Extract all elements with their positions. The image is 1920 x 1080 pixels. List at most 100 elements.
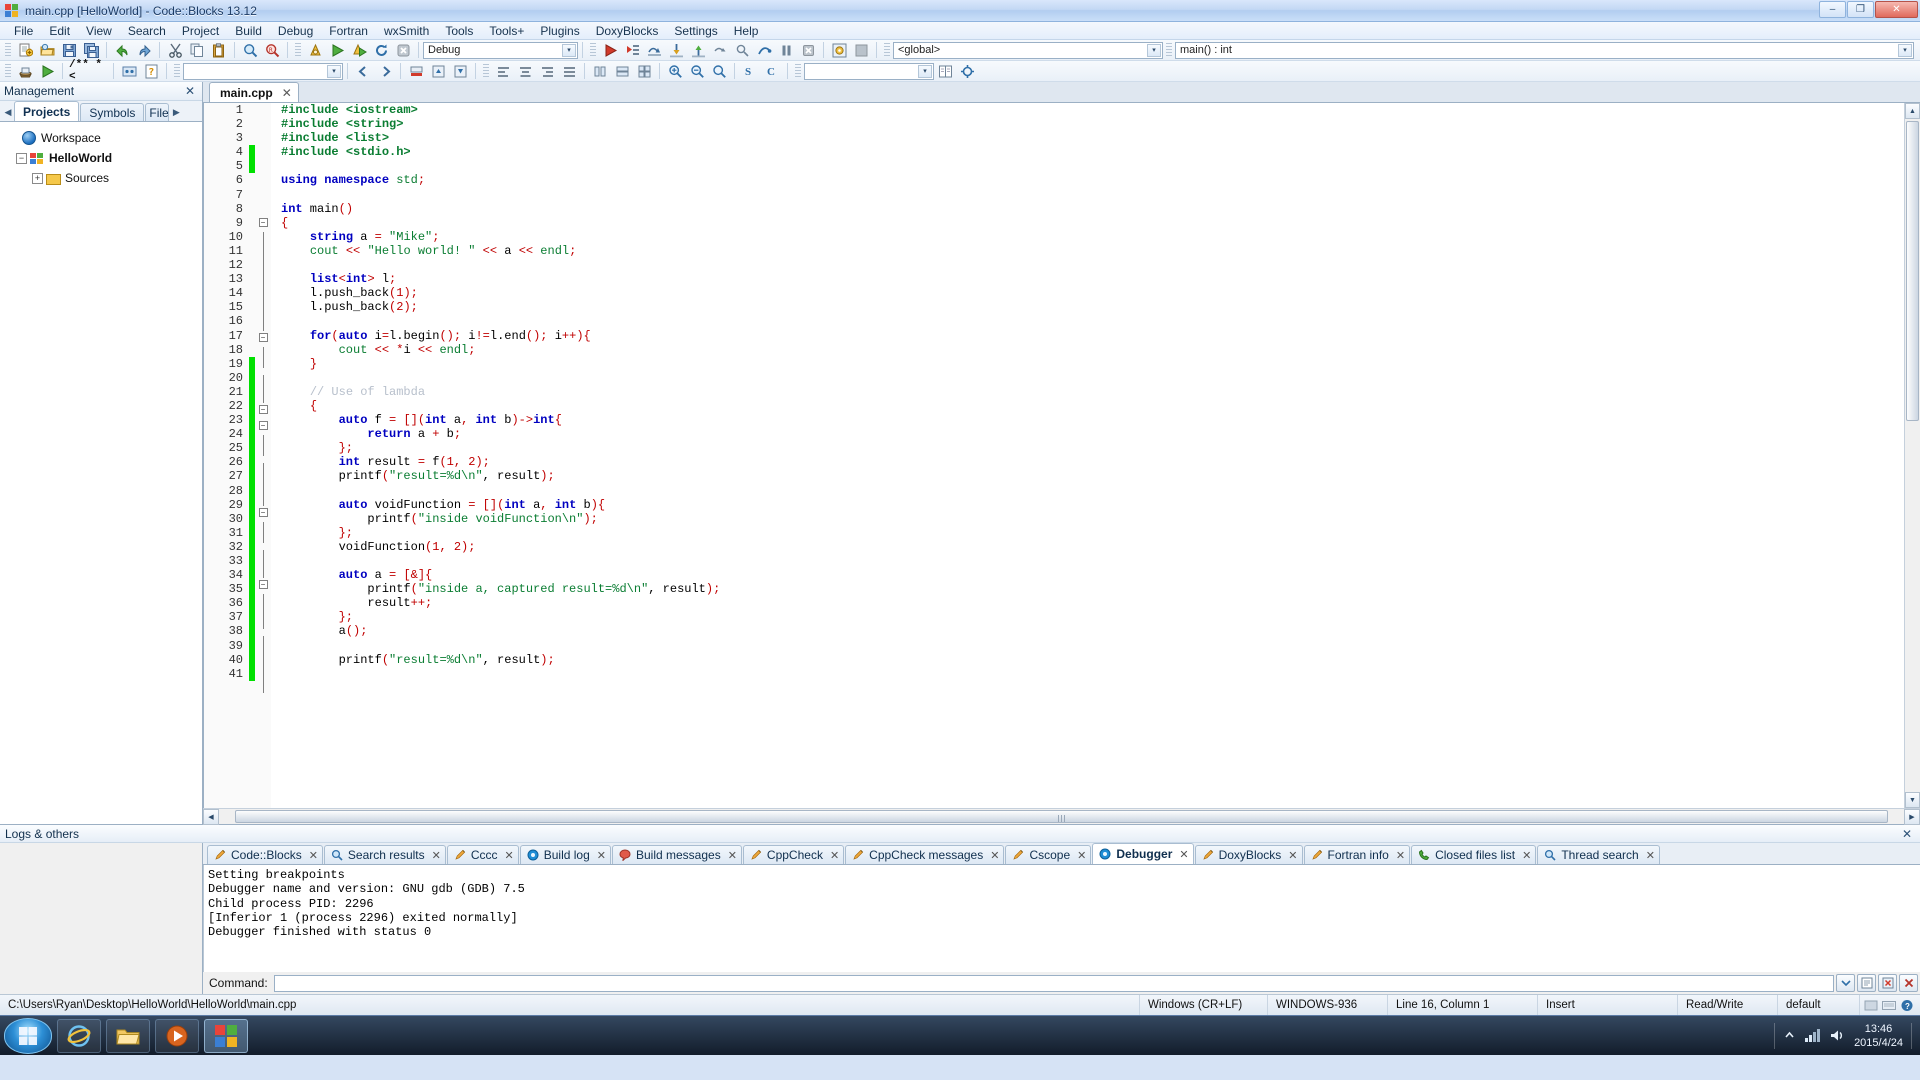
debug-continue-icon[interactable] <box>600 41 620 59</box>
tree-node-sources[interactable]: + Sources <box>0 168 202 188</box>
menu-build[interactable]: Build <box>227 23 270 39</box>
fold-end[interactable] <box>255 360 271 375</box>
menu-project[interactable]: Project <box>174 23 227 39</box>
editor-vertical-scrollbar[interactable]: ▲ ▼ <box>1904 103 1920 808</box>
scope-global-combo[interactable]: <global> ▾ <box>893 41 1163 59</box>
toggle-bookmark-icon[interactable] <box>406 62 426 80</box>
logs-close-icon[interactable]: ✕ <box>1899 827 1915 841</box>
volume-icon[interactable] <box>1829 1028 1846 1043</box>
close-icon[interactable]: ✕ <box>1646 849 1655 862</box>
menu-debug[interactable]: Debug <box>270 23 321 39</box>
tree-node-workspace[interactable]: Workspace <box>0 128 202 148</box>
build-icon[interactable] <box>305 41 325 59</box>
zoom-in-icon[interactable] <box>665 62 685 80</box>
save-all-icon[interactable] <box>81 41 101 59</box>
menu-plugins[interactable]: Plugins <box>532 23 587 39</box>
scroll-thumb[interactable] <box>1906 121 1919 421</box>
code-folding-gutter[interactable]: − − − − − − <box>255 103 271 808</box>
menu-search[interactable]: Search <box>120 23 174 39</box>
menu-file[interactable]: File <box>6 23 41 39</box>
log-tab-search-results[interactable]: Search results ✕ <box>323 845 446 864</box>
toolbar-grip[interactable] <box>483 63 489 79</box>
undo-icon[interactable] <box>112 41 132 59</box>
collapse-expander-icon[interactable]: − <box>16 152 27 164</box>
menu-tools[interactable]: Tools <box>437 23 481 39</box>
debugger-output[interactable]: Setting breakpoints Debugger name and ver… <box>203 865 1920 972</box>
toolbar-grip[interactable] <box>295 42 301 58</box>
spellcheck-icon[interactable]: S <box>740 62 760 80</box>
editor-horizontal-scrollbar[interactable]: ◀ ▶ <box>203 808 1920 825</box>
close-icon[interactable]: ✕ <box>1522 849 1531 862</box>
close-icon[interactable]: ✕ <box>432 849 441 862</box>
show-desktop-button[interactable] <box>1911 1022 1912 1049</box>
save-icon[interactable] <box>59 41 79 59</box>
close-icon[interactable]: ✕ <box>282 86 292 100</box>
network-icon[interactable] <box>1804 1028 1821 1043</box>
close-icon[interactable]: ✕ <box>1077 849 1086 862</box>
previous-bookmark-icon[interactable] <box>428 62 448 80</box>
chevron-down-icon[interactable]: ▾ <box>1147 43 1161 57</box>
taskbar-file-explorer-icon[interactable] <box>106 1018 150 1053</box>
log-tab-thread-search[interactable]: Thread search ✕ <box>1537 845 1660 864</box>
close-button[interactable]: ✕ <box>1875 1 1918 18</box>
editor-tab-main-cpp[interactable]: main.cpp ✕ <box>209 82 299 102</box>
code-completion-search-combo[interactable]: ▾ <box>183 62 343 80</box>
align-left-icon[interactable] <box>493 62 513 80</box>
doxy-comment-block-icon[interactable]: /** *< <box>68 59 108 83</box>
browse-forward-icon[interactable] <box>375 62 395 80</box>
toolbar-grip[interactable] <box>174 63 180 79</box>
log-tab-cppcheck[interactable]: CppCheck ✕ <box>742 845 845 864</box>
various-info-icon[interactable] <box>851 41 871 59</box>
fold-toggle-icon[interactable]: − <box>255 507 271 522</box>
copy-icon[interactable] <box>187 41 207 59</box>
log-tab-build-log[interactable]: Build log ✕ <box>519 845 611 864</box>
layout-grid-icon[interactable] <box>634 62 654 80</box>
debugging-windows-icon[interactable] <box>829 41 849 59</box>
scope-function-combo[interactable]: main() : int ▾ <box>1175 41 1914 59</box>
tab-projects[interactable]: Projects <box>14 101 80 121</box>
close-icon[interactable]: ✕ <box>597 849 606 862</box>
hscroll-track[interactable] <box>219 809 1904 824</box>
close-icon[interactable]: ✕ <box>990 849 999 862</box>
next-bookmark-icon[interactable] <box>450 62 470 80</box>
taskbar-clock[interactable]: 13:46 2015/4/24 <box>1854 1022 1903 1050</box>
menu-help[interactable]: Help <box>726 23 767 39</box>
spell-dictionary-icon[interactable] <box>935 62 955 80</box>
fold-toggle-icon[interactable]: − <box>255 404 271 419</box>
log-tab-cppcheck-messages[interactable]: CppCheck messages ✕ <box>845 845 1005 864</box>
align-right-icon[interactable] <box>537 62 557 80</box>
log-tab-doxyblocks[interactable]: DoxyBlocks ✕ <box>1194 845 1303 864</box>
tray-expand-icon[interactable] <box>1783 1029 1796 1042</box>
fold-toggle-icon[interactable]: − <box>255 421 271 435</box>
chevron-down-icon[interactable]: ▾ <box>1898 43 1912 57</box>
menu-view[interactable]: View <box>78 23 120 39</box>
menu-wxsmith[interactable]: wxSmith <box>376 23 437 39</box>
doxyblocks-config-icon[interactable] <box>119 62 139 80</box>
rebuild-icon[interactable] <box>371 41 391 59</box>
close-icon[interactable]: ✕ <box>309 849 318 862</box>
close-icon[interactable]: ✕ <box>1179 848 1188 861</box>
debug-step-into-icon[interactable] <box>666 41 686 59</box>
close-icon[interactable]: ✕ <box>1396 849 1405 862</box>
management-close-icon[interactable]: ✕ <box>182 84 198 98</box>
tab-symbols[interactable]: Symbols <box>80 103 145 121</box>
debug-next-instruction-icon[interactable] <box>710 41 730 59</box>
scroll-up-button[interactable]: ▲ <box>1905 103 1920 119</box>
toolbar-grip[interactable] <box>795 63 801 79</box>
debugger-log-icon[interactable] <box>1857 974 1876 992</box>
start-button[interactable] <box>4 1017 52 1054</box>
hscroll-right-button[interactable]: ▶ <box>1904 809 1920 825</box>
expand-expander-icon[interactable]: + <box>32 172 43 184</box>
fold-end[interactable] <box>255 622 271 636</box>
debug-break-icon[interactable] <box>754 41 774 59</box>
close-icon[interactable]: ✕ <box>728 849 737 862</box>
close-icon[interactable]: ✕ <box>505 849 514 862</box>
code-text[interactable]: #include <iostream> #include <string> #inc… <box>271 103 1904 808</box>
log-tab-closed-files-list[interactable]: Closed files list ✕ <box>1411 845 1537 864</box>
doxyblocks-run-icon[interactable] <box>37 62 57 80</box>
hscroll-left-button[interactable]: ◀ <box>203 809 219 825</box>
code-editor[interactable]: 1 2 3 4 5 6 7 8 9 10 11 12 13 14 15 16 17 18 19 20 21 22 23 24 2… <box>203 103 1920 808</box>
scroll-down-button[interactable]: ▼ <box>1905 792 1920 808</box>
open-file-icon[interactable] <box>37 41 57 59</box>
close-log-icon[interactable] <box>1899 974 1918 992</box>
